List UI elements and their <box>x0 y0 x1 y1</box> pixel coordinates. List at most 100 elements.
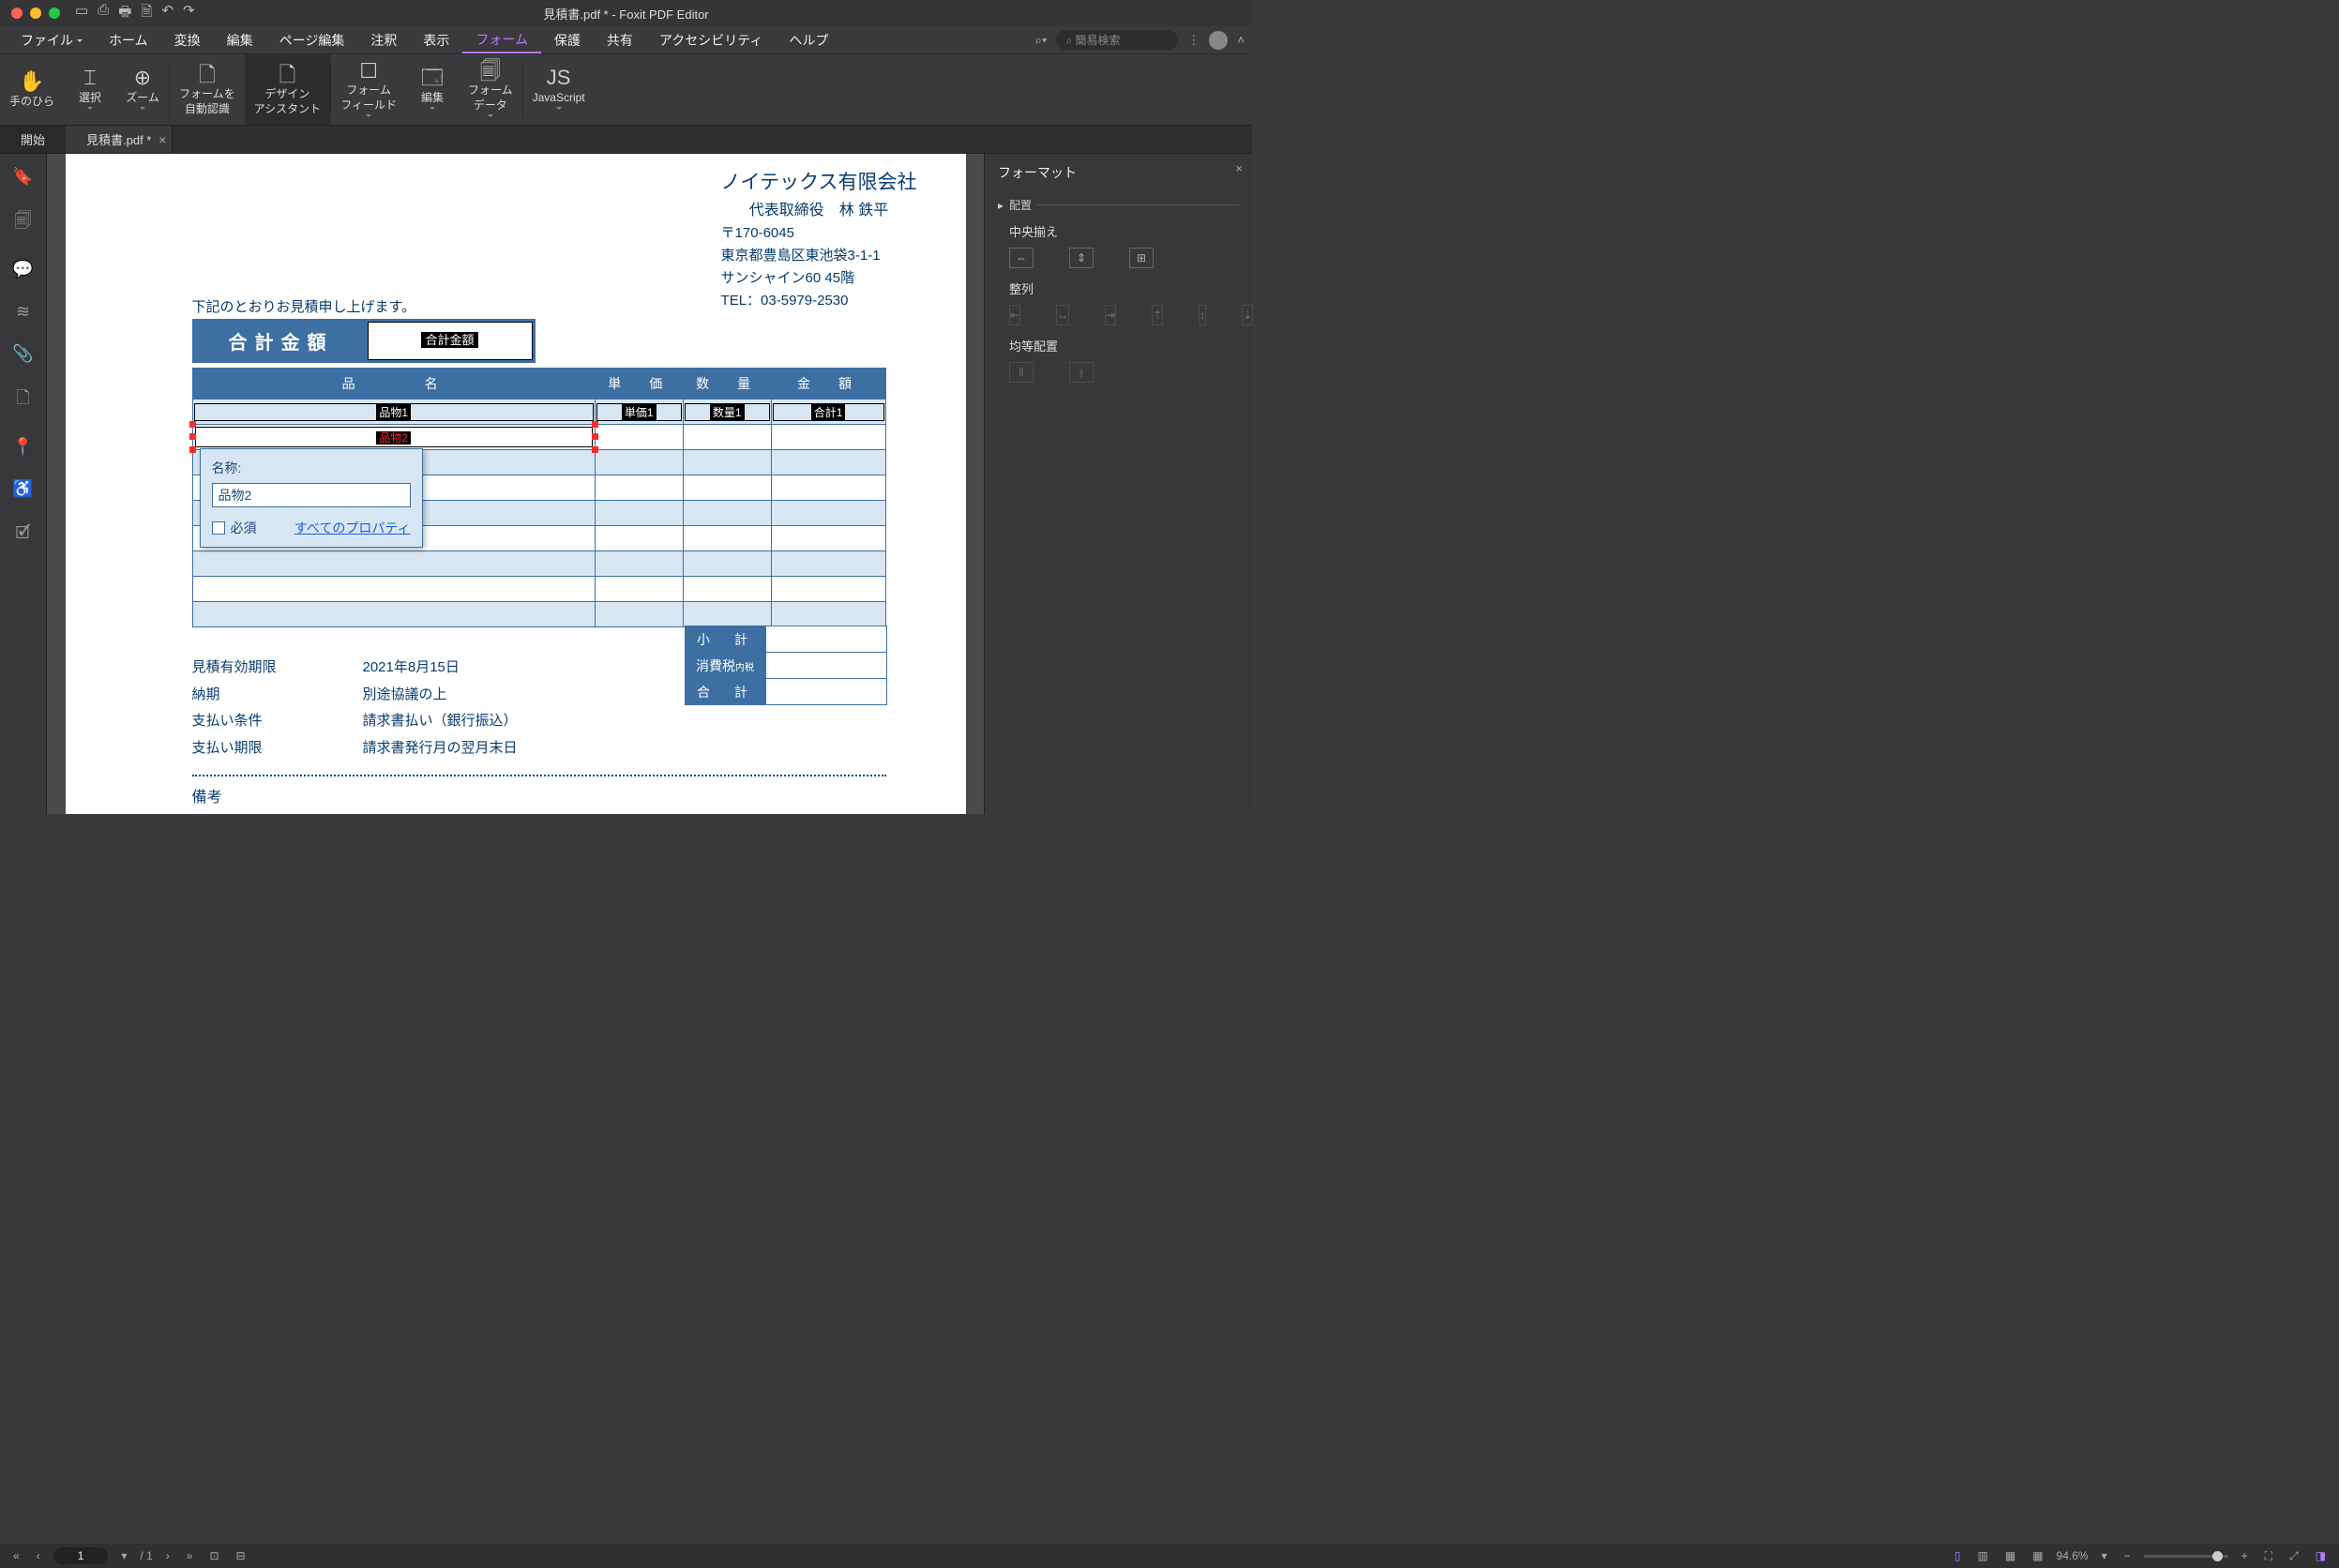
tab-close-icon[interactable]: × <box>158 132 166 147</box>
sum-total-value <box>765 679 886 705</box>
zoom-in-icon[interactable]: + <box>2238 1549 2252 1562</box>
layout-single-icon[interactable]: ▯ <box>1951 1549 1965 1562</box>
ribbon: ✋手のひら ⌶選択 ⊕ズーム 🗋フォームを 自動認識 🗋デザイン アシスタント … <box>0 54 1252 126</box>
first-page-icon[interactable]: « <box>9 1549 23 1562</box>
menu-help[interactable]: ヘルプ <box>776 26 841 53</box>
format-panel: フォーマット × ▸ 配置 中央揃え ⇔ ⇕ ⊞ 整列 ⇤ ↔ ⇥ ⇡ ↕ ⇣ … <box>984 154 1252 814</box>
panel-close-icon[interactable]: × <box>1235 161 1243 175</box>
field-item2-selected[interactable]: 品物2 <box>192 425 595 450</box>
print-icon[interactable]: 🖶 <box>118 2 131 25</box>
tool-hand[interactable]: ✋手のひら <box>0 54 64 125</box>
align-bottom-icon[interactable]: ⇣ <box>1242 305 1253 325</box>
layers-icon[interactable]: ≋ <box>16 302 30 322</box>
last-page-icon[interactable]: » <box>183 1549 197 1562</box>
remarks-section: 備考 <box>192 775 886 807</box>
popup-required-checkbox[interactable]: 必須 <box>212 519 257 537</box>
view-mode1-icon[interactable]: ⊡ <box>205 1549 222 1562</box>
fit-page-icon[interactable]: ⛶ <box>2261 1549 2276 1563</box>
tell-me-icon[interactable]: ⌕▾ <box>1035 33 1048 48</box>
options-icon[interactable]: ⋮ <box>1187 33 1200 48</box>
center-v-icon[interactable]: ⇕ <box>1069 248 1094 268</box>
menu-file[interactable]: ファイル <box>8 26 96 53</box>
save-icon[interactable]: ⎙ <box>98 2 109 25</box>
next-page-icon[interactable]: › <box>162 1549 174 1562</box>
layout-cont-icon[interactable]: ▥ <box>1974 1549 1992 1562</box>
menu-form[interactable]: フォーム <box>462 26 541 53</box>
menu-home[interactable]: ホーム <box>96 26 161 53</box>
page-dropdown-icon[interactable]: ▾ <box>117 1549 130 1562</box>
undo-icon[interactable]: ↶ <box>161 2 174 25</box>
total-row: 合計金額 合計金額 <box>192 319 536 363</box>
field-item1[interactable]: 品物1 <box>192 400 595 425</box>
center-both-icon[interactable]: ⊞ <box>1129 248 1154 268</box>
accessibility-icon[interactable]: ♿ <box>12 479 33 499</box>
total-field[interactable]: 合計金額 <box>368 322 533 360</box>
maximize-window[interactable] <box>49 8 60 19</box>
popup-all-properties-link[interactable]: すべてのプロパティ <box>294 519 411 537</box>
fields-icon[interactable]: 🗋 <box>16 386 29 415</box>
tool-zoom[interactable]: ⊕ズーム <box>116 54 169 125</box>
distribute-v-icon[interactable]: ⫲ <box>1069 362 1094 383</box>
user-avatar[interactable] <box>1209 31 1228 50</box>
menu-access[interactable]: アクセシビリティ <box>646 26 776 53</box>
redo-icon[interactable]: ↷ <box>183 2 195 25</box>
collapse-ribbon-icon[interactable]: ˄ <box>1237 33 1245 47</box>
tool-select[interactable]: ⌶選択 <box>64 54 116 125</box>
tab-start[interactable]: 開始 <box>0 126 66 153</box>
zoom-out-icon[interactable]: − <box>2120 1549 2135 1562</box>
tool-form-field[interactable]: ☐フォーム フィールド <box>331 54 406 125</box>
align-left-icon[interactable]: ⇤ <box>1009 305 1020 325</box>
company-bldg: サンシャイン60 45階 <box>721 267 917 290</box>
document-viewport[interactable]: ノイテックス有限会社 代表取締役 林 鉄平 〒170-6045 東京都豊島区東池… <box>47 154 984 814</box>
tool-design-assistant[interactable]: 🗋デザイン アシスタント <box>245 54 331 125</box>
quick-search[interactable]: ⌕ 簡易検索 <box>1056 30 1178 50</box>
align-right-icon[interactable]: ⇥ <box>1105 305 1116 325</box>
prev-page-icon[interactable]: ‹ <box>33 1549 44 1562</box>
tool-form-data[interactable]: 🗐フォーム データ <box>459 54 522 125</box>
close-window[interactable] <box>11 8 23 19</box>
page-number-input[interactable]: 1 <box>53 1547 109 1564</box>
layout-cont-facing-icon[interactable]: ▦ <box>2029 1549 2046 1562</box>
sum-total-label: 合 計 <box>685 679 765 705</box>
tab-document[interactable]: 見積書.pdf * × <box>66 126 173 153</box>
menu-page[interactable]: ページ編集 <box>266 26 358 53</box>
tool-edit[interactable]: 🗔編集 <box>406 54 459 125</box>
open-icon[interactable]: ▭ <box>75 2 88 25</box>
subsection-distribute: 均等配置 <box>1009 337 1239 354</box>
menu-share[interactable]: 共有 <box>594 26 646 53</box>
signatures-icon[interactable]: 🗹 <box>15 521 30 550</box>
th-price: 単 価 <box>595 369 683 400</box>
minimize-window[interactable] <box>30 8 41 19</box>
fullscreen-icon[interactable]: ⤢ <box>2286 1549 2302 1563</box>
menu-annot[interactable]: 注釈 <box>357 26 410 53</box>
th-amount: 金 額 <box>771 369 885 400</box>
zoom-dropdown-icon[interactable]: ▾ <box>2098 1549 2111 1562</box>
align-top-icon[interactable]: ⇡ <box>1152 305 1163 325</box>
align-center-icon[interactable]: ↔ <box>1056 305 1069 325</box>
menu-edit[interactable]: 編集 <box>214 26 266 53</box>
bookmark-icon[interactable]: 🔖 <box>12 167 33 187</box>
attachments-icon[interactable]: 📎 <box>12 344 33 364</box>
menu-convert[interactable]: 変換 <box>161 26 214 53</box>
destinations-icon[interactable]: 📍 <box>12 437 33 457</box>
tool-auto-recognize[interactable]: 🗋フォームを 自動認識 <box>170 54 245 125</box>
pages-icon[interactable]: 🗐 <box>15 209 32 237</box>
popup-name-input[interactable] <box>212 483 411 507</box>
sum-subtotal-value <box>765 626 886 653</box>
panel-toggle-icon[interactable]: ◨ <box>2312 1549 2330 1562</box>
field-qty1[interactable]: 数量1 <box>683 400 771 425</box>
tool-javascript[interactable]: JSJavaScript <box>523 54 595 125</box>
zoom-slider[interactable] <box>2144 1555 2228 1558</box>
menu-protect[interactable]: 保護 <box>541 26 594 53</box>
distribute-h-icon[interactable]: ⫴ <box>1009 362 1034 383</box>
comments-icon[interactable]: 💬 <box>12 260 33 279</box>
file-icon[interactable]: 🗎 <box>141 2 152 25</box>
center-h-icon[interactable]: ⇔ <box>1009 248 1034 268</box>
layout-facing-icon[interactable]: ▦ <box>2001 1549 2019 1562</box>
field-price1[interactable]: 単価1 <box>595 400 683 425</box>
align-middle-icon[interactable]: ↕ <box>1199 305 1206 325</box>
menu-view[interactable]: 表示 <box>410 26 462 53</box>
field-amount1[interactable]: 合計1 <box>771 400 885 425</box>
view-mode2-icon[interactable]: ⊟ <box>233 1549 249 1562</box>
section-arrange[interactable]: ▸ 配置 <box>998 197 1239 213</box>
